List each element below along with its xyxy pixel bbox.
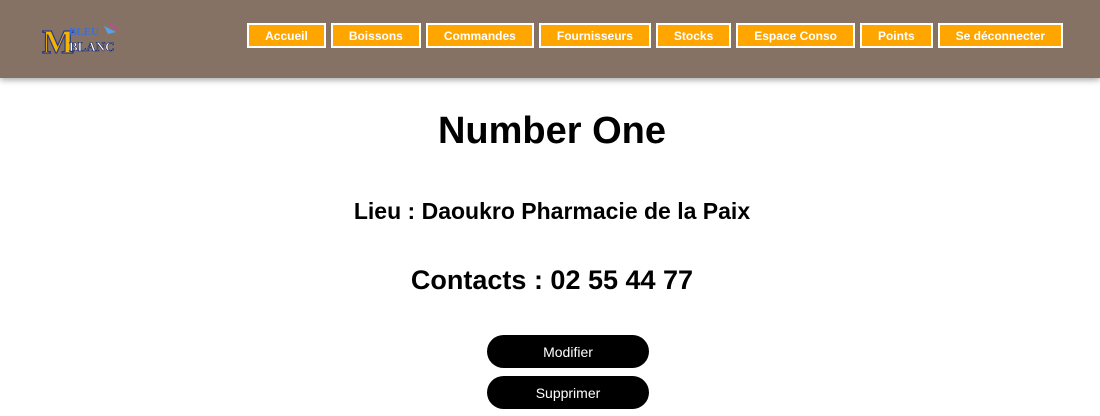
nav-points-button[interactable]: Points [859, 23, 933, 48]
nav-espace-conso-button[interactable]: Espace Conso [736, 23, 855, 48]
brand-logo[interactable]: M BLEU BLANC [41, 22, 120, 62]
main-nav: Accueil Boissons Commandes Fournisseurs … [247, 23, 1063, 48]
delete-button[interactable]: Supprimer [487, 376, 649, 409]
contacts-text: Contacts : 02 55 44 77 [410, 265, 694, 295]
location-text: Lieu : Daoukro Pharmacie de la Paix [353, 198, 751, 224]
nav-accueil-button[interactable]: Accueil [247, 23, 326, 48]
svg-text:BLEU: BLEU [69, 26, 99, 38]
nav-boissons-button[interactable]: Boissons [330, 23, 421, 48]
nav-stocks-button[interactable]: Stocks [655, 23, 732, 48]
nav-logout-button[interactable]: Se déconnecter [937, 23, 1063, 48]
modify-button[interactable]: Modifier [487, 335, 649, 368]
top-header: M BLEU BLANC Accueil Boissons Commandes … [0, 0, 1100, 78]
page-title: Number One [437, 110, 667, 152]
nav-fournisseurs-button[interactable]: Fournisseurs [538, 23, 651, 48]
nav-commandes-button[interactable]: Commandes [425, 23, 534, 48]
svg-text:BLANC: BLANC [69, 39, 115, 54]
brand-logo-icon: M BLEU BLANC [41, 23, 119, 62]
